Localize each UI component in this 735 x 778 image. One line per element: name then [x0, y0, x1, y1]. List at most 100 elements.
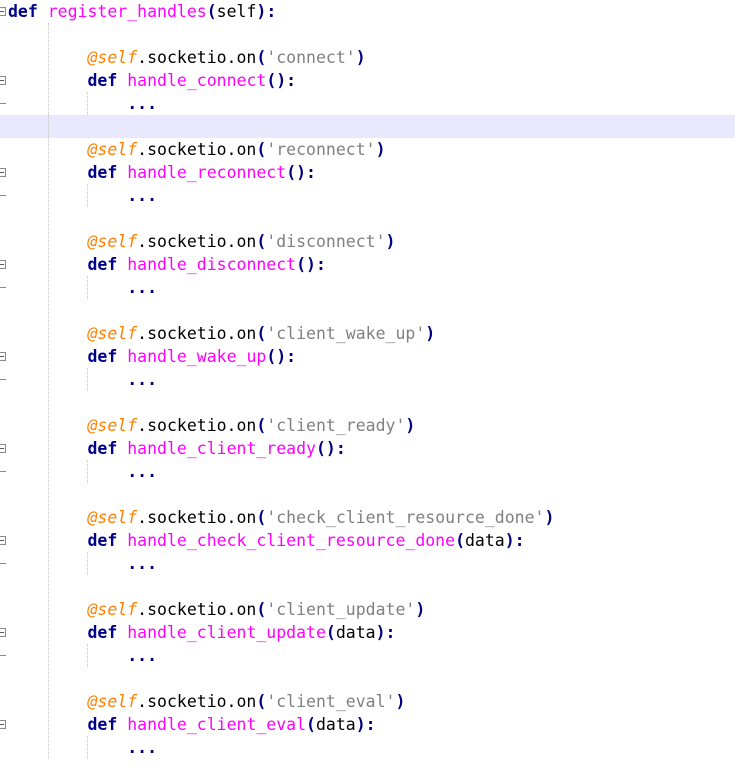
identifier: data	[315, 715, 356, 734]
identifier: data	[465, 531, 505, 550]
operator: (	[455, 531, 465, 550]
line-text: @self.socketio.on('check_client_resource…	[8, 506, 554, 529]
operator: ():	[266, 71, 297, 90]
operator: ...	[127, 646, 158, 665]
identifier: data	[335, 623, 376, 642]
code-line[interactable]: ...	[0, 276, 735, 299]
code-line[interactable]: @self.socketio.on('connect')	[0, 46, 735, 69]
current-line[interactable]	[0, 115, 735, 138]
identifier: .socketio.on	[137, 600, 257, 619]
operator: )	[385, 232, 396, 251]
code-line[interactable]: @self.socketio.on('client_ready')	[0, 414, 735, 437]
function-name: handle_disconnect	[127, 255, 297, 274]
operator: )	[415, 600, 426, 619]
identifier	[117, 71, 127, 90]
code-line[interactable]: def handle_client_eval(data):	[0, 713, 735, 736]
operator: (	[206, 2, 217, 21]
code-line[interactable]: def handle_reconnect():	[0, 161, 735, 184]
keyword: def	[87, 623, 118, 642]
identifier	[117, 255, 127, 274]
line-text: @self.socketio.on('client_update')	[8, 598, 425, 621]
code-line[interactable]: def handle_client_update(data):	[0, 621, 735, 644]
line-text: @self.socketio.on('disconnect')	[8, 230, 395, 253]
keyword: def	[87, 71, 118, 90]
identifier	[8, 554, 127, 573]
operator: (	[256, 140, 267, 159]
code-line[interactable]: ...	[0, 368, 735, 391]
code-line[interactable]: def handle_wake_up():	[0, 345, 735, 368]
code-line[interactable]: def handle_disconnect():	[0, 253, 735, 276]
line-text: def handle_connect():	[8, 69, 296, 92]
decorator: @self	[87, 692, 138, 711]
line-text: @self.socketio.on('reconnect')	[8, 138, 385, 161]
code-line[interactable]	[0, 391, 735, 414]
code-line[interactable]: ...	[0, 92, 735, 115]
decorator: @self	[87, 140, 138, 159]
decorator: @self	[87, 324, 138, 343]
code-line[interactable]	[0, 299, 735, 322]
function-name: handle_client_update	[127, 623, 326, 642]
identifier	[8, 738, 127, 757]
identifier: .socketio.on	[137, 140, 257, 159]
code-line[interactable]: ...	[0, 736, 735, 759]
code-line[interactable]	[0, 667, 735, 690]
operator: (	[256, 232, 267, 251]
line-text: def handle_client_eval(data):	[8, 713, 375, 736]
code-line[interactable]: @self.socketio.on('client_wake_up')	[0, 322, 735, 345]
decorator: @self	[87, 48, 138, 67]
code-line[interactable]: def handle_check_client_resource_done(da…	[0, 529, 735, 552]
code-line[interactable]: def register_handles(self):	[0, 0, 735, 23]
indent-guide	[87, 460, 89, 483]
identifier	[8, 646, 127, 665]
line-text: @self.socketio.on('client_eval')	[8, 690, 405, 713]
code-line[interactable]: ...	[0, 460, 735, 483]
code-line[interactable]: ...	[0, 552, 735, 575]
function-name: handle_reconnect	[127, 163, 287, 182]
code-line[interactable]: def handle_connect():	[0, 69, 735, 92]
operator: ):	[504, 531, 525, 550]
string-literal: 'check_client_resource_done'	[266, 508, 545, 527]
line-text: @self.socketio.on('client_wake_up')	[8, 322, 435, 345]
identifier	[8, 94, 127, 113]
code-line[interactable]: @self.socketio.on('client_update')	[0, 598, 735, 621]
line-text: ...	[8, 184, 157, 207]
string-literal: 'client_update'	[266, 600, 416, 619]
code-line[interactable]: @self.socketio.on('reconnect')	[0, 138, 735, 161]
code-editor[interactable]: def register_handles(self): @self.socket…	[0, 0, 735, 778]
code-line[interactable]: @self.socketio.on('check_client_resource…	[0, 506, 735, 529]
code-line[interactable]	[0, 23, 735, 46]
operator: ...	[127, 186, 158, 205]
identifier: .socketio.on	[137, 508, 257, 527]
code-line[interactable]	[0, 575, 735, 598]
code-line[interactable]: @self.socketio.on('client_eval')	[0, 690, 735, 713]
keyword: def	[87, 347, 118, 366]
identifier: .socketio.on	[137, 324, 257, 343]
identifier	[117, 531, 127, 550]
code-line[interactable]: ...	[0, 184, 735, 207]
identifier	[117, 439, 127, 458]
operator: ...	[127, 278, 158, 297]
operator: ...	[127, 554, 158, 573]
code-line[interactable]: ...	[0, 644, 735, 667]
string-literal: 'disconnect'	[266, 232, 386, 251]
keyword: def	[87, 255, 118, 274]
code-line[interactable]	[0, 483, 735, 506]
indent-guide	[87, 368, 89, 391]
line-text: ...	[8, 276, 157, 299]
code-line[interactable]: def handle_client_ready():	[0, 437, 735, 460]
identifier	[117, 163, 127, 182]
identifier	[8, 278, 127, 297]
string-literal: 'connect'	[266, 48, 356, 67]
operator: )	[395, 692, 406, 711]
line-text: def handle_client_ready():	[8, 437, 345, 460]
operator: ...	[127, 94, 158, 113]
operator: )	[544, 508, 555, 527]
code-line[interactable]	[0, 207, 735, 230]
code-line[interactable]: @self.socketio.on('disconnect')	[0, 230, 735, 253]
operator: (	[256, 416, 267, 435]
identifier: .socketio.on	[137, 232, 257, 251]
decorator: @self	[87, 508, 138, 527]
indent-guide	[87, 92, 89, 115]
line-text: def handle_reconnect():	[8, 161, 316, 184]
function-name: handle_wake_up	[127, 347, 267, 366]
